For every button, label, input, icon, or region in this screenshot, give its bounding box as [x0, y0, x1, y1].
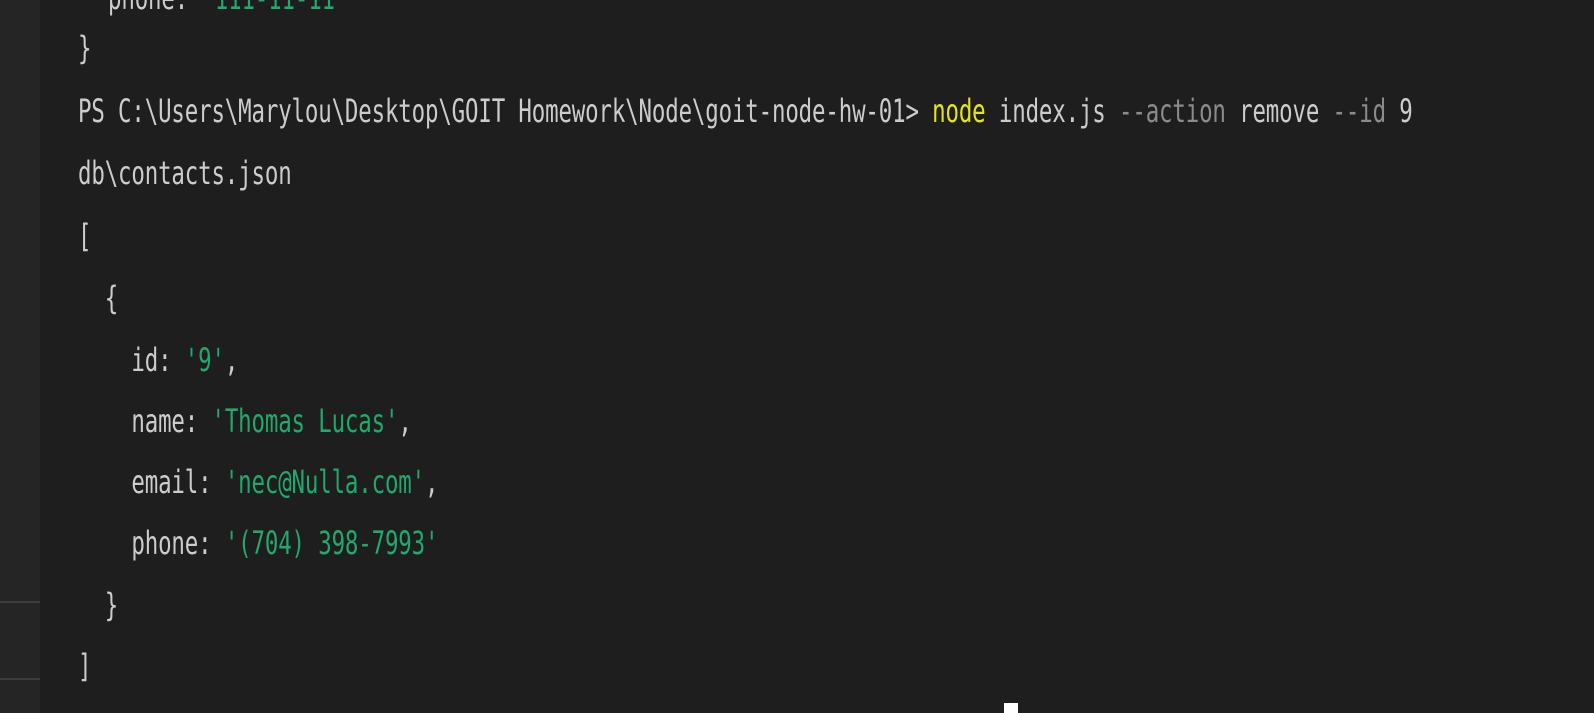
command-arg-id: 9 [1385, 92, 1413, 130]
terminal-line: } [78, 585, 118, 625]
terminal-line: [ [78, 216, 91, 256]
text-cursor [1004, 703, 1018, 713]
email-comma: , [425, 463, 439, 501]
closing-brace: } [78, 29, 92, 67]
terminal-line: phone: '(704) 398-7993' [78, 523, 438, 563]
name-value: 'Thomas Lucas' [211, 402, 399, 440]
email-value: 'nec@Nulla.com' [224, 463, 426, 501]
phone-key: phone: [78, 524, 225, 562]
output-file-path: db\contacts.json [78, 154, 292, 192]
terminal-line: name: 'Thomas Lucas', [78, 401, 412, 441]
terminal-line: db\contacts.json [78, 153, 292, 193]
terminal-panel[interactable]: phone: '111-11-11' } PS C:\Users\Marylou… [40, 0, 1594, 713]
open-bracket: [ [78, 217, 92, 255]
command-arg-file: index.js [985, 92, 1119, 130]
terminal-line: phone: '111-11-11' [108, 0, 348, 18]
name-key: name: [78, 402, 212, 440]
id-value: '9' [184, 341, 225, 379]
gutter-divider [0, 601, 40, 603]
activity-gutter [0, 0, 41, 713]
phone-value-prev: '111-11-11' [201, 0, 348, 17]
close-brace: } [78, 586, 119, 624]
terminal-line: } [78, 28, 91, 68]
terminal-line: ] [78, 646, 91, 686]
vscode-terminal-window: phone: '111-11-11' } PS C:\Users\Marylou… [0, 0, 1594, 713]
terminal-line: { [78, 278, 118, 318]
open-brace: { [78, 279, 119, 317]
terminal-line: email: 'nec@Nulla.com', [78, 462, 438, 502]
flag-action: --action [1118, 92, 1226, 130]
name-comma: , [398, 402, 412, 440]
command-node: node [932, 92, 986, 130]
prompt-path: PS C:\Users\Marylou\Desktop\GOIT Homewor… [78, 92, 933, 130]
email-key: email: [78, 463, 225, 501]
command-arg-action: remove [1225, 92, 1333, 130]
id-key: id: [78, 341, 185, 379]
terminal-prompt-line: PS C:\Users\Marylou\Desktop\GOIT Homewor… [78, 91, 1413, 131]
close-bracket: ] [78, 647, 92, 685]
phone-value: '(704) 398-7993' [224, 524, 439, 562]
terminal-line: id: '9', [78, 340, 238, 380]
phone-key-prev: phone: [108, 0, 201, 17]
gutter-divider [0, 678, 40, 680]
id-comma: , [224, 341, 239, 379]
flag-id: --id [1332, 92, 1387, 130]
